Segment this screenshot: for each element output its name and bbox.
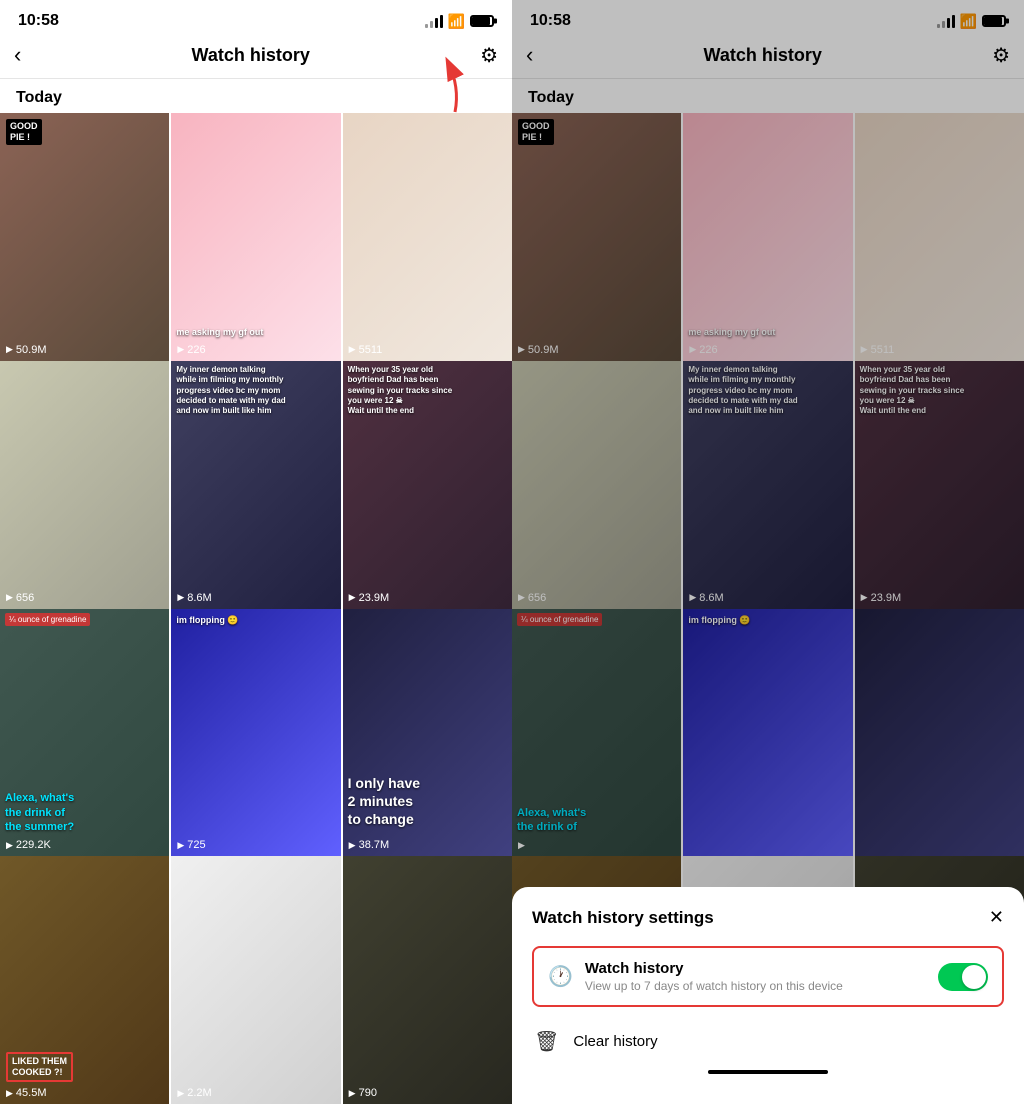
watch-history-text: Watch history View up to 7 days of watch…: [585, 960, 926, 993]
modal-title: Watch history settings: [532, 908, 714, 928]
battery-icon-right: [982, 15, 1006, 27]
video-overlay-8: im flopping 🙂: [176, 615, 335, 627]
right-phone-panel: 10:58 📶 ‹ Watch history ⚙ Today GOODPIE …: [512, 0, 1024, 1104]
video-grid-left: GOODPIE ! ▶50.9M me asking my gf out ▶22…: [0, 113, 512, 1104]
video-row-4: LIKED THEMCOOKED ?! ▶45.5M ▶2.2M ▶790: [0, 856, 512, 1104]
battery-icon-left: [470, 15, 494, 27]
video-count-11: ▶2.2M: [177, 1087, 211, 1099]
video-cell-6[interactable]: When your 35 year oldboyfriend Dad has b…: [343, 361, 512, 609]
video-count-10: ▶45.5M: [6, 1087, 47, 1099]
video-cell-7[interactable]: ¼ ounce of grenadine Alexa, what'sthe dr…: [0, 609, 169, 857]
modal-header: Watch history settings ✕: [532, 907, 1004, 928]
section-header-left: Today: [0, 79, 512, 113]
clear-history-label: Clear history: [573, 1033, 657, 1050]
page-title-right: Watch history: [704, 45, 822, 66]
video-label-10: LIKED THEMCOOKED ?!: [6, 1052, 73, 1082]
video-count-6: ▶23.9M: [349, 592, 390, 604]
status-bar-right: 10:58 📶: [512, 0, 1024, 38]
signal-icon-right: [937, 14, 955, 28]
video-overlay-5: My inner demon talkingwhile im filming m…: [176, 365, 335, 417]
video-cell-r5: My inner demon talkingwhile im filming m…: [683, 361, 852, 609]
settings-button-left[interactable]: ⚙: [480, 43, 498, 68]
video-cell-r6: When your 35 year oldboyfriend Dad has b…: [855, 361, 1024, 609]
left-phone-panel: 10:58 📶 ‹ Watch history ⚙: [0, 0, 512, 1104]
video-row-1: GOODPIE ! ▶50.9M me asking my gf out ▶22…: [0, 113, 512, 361]
status-icons-right: 📶: [937, 13, 1006, 30]
status-bar-left: 10:58 📶: [0, 0, 512, 38]
nav-bar-left: ‹ Watch history ⚙: [0, 38, 512, 79]
video-count-3: ▶5511: [349, 344, 383, 356]
video-count-7: ▶229.2K: [6, 839, 51, 851]
video-cell-3[interactable]: ▶5511: [343, 113, 512, 361]
signal-icon-left: [425, 14, 443, 28]
video-cell-12[interactable]: ▶790: [343, 856, 512, 1104]
video-label-1: GOODPIE !: [6, 119, 42, 145]
video-label-7: ¼ ounce of grenadine: [5, 613, 90, 626]
toggle-knob: [962, 965, 986, 989]
video-count-8: ▶725: [177, 839, 205, 851]
page-title-left: Watch history: [192, 45, 310, 66]
video-cell-1[interactable]: GOODPIE ! ▶50.9M: [0, 113, 169, 361]
video-row-2: ▶656 My inner demon talkingwhile im film…: [0, 361, 512, 609]
video-overlay-2: me asking my gf out: [176, 327, 335, 339]
video-cell-4[interactable]: ▶656: [0, 361, 169, 609]
video-cell-r7: ¼ ounce of grenadine Alexa, what'sthe dr…: [512, 609, 681, 857]
section-header-right: Today: [512, 79, 1024, 113]
video-cell-2[interactable]: me asking my gf out ▶226: [171, 113, 340, 361]
clear-history-row[interactable]: 🗑 Clear history: [532, 1025, 1004, 1058]
video-cell-10[interactable]: LIKED THEMCOOKED ?! ▶45.5M: [0, 856, 169, 1104]
video-count-12: ▶790: [349, 1087, 377, 1099]
video-cell-r4: ▶656: [512, 361, 681, 609]
video-count-4: ▶656: [6, 592, 34, 604]
watch-history-settings-modal: Watch history settings ✕ 🕐 Watch history…: [512, 887, 1024, 1104]
video-count-1: ▶50.9M: [6, 344, 47, 356]
video-cell-r1: GOODPIE ! ▶50.9M: [512, 113, 681, 361]
video-overlay-9: I only have2 minutesto change: [348, 774, 507, 829]
watch-history-setting-row: 🕐 Watch history View up to 7 days of wat…: [532, 946, 1004, 1007]
status-icons-left: 📶: [425, 13, 494, 30]
watch-history-icon: 🕐: [548, 964, 573, 989]
video-cell-r2: me asking my gf out ▶226: [683, 113, 852, 361]
watch-history-toggle[interactable]: [938, 963, 988, 991]
video-row-r2: ▶656 My inner demon talkingwhile im film…: [512, 361, 1024, 609]
home-indicator: [708, 1070, 828, 1074]
status-time-left: 10:58: [18, 12, 59, 30]
back-button-left[interactable]: ‹: [14, 42, 21, 68]
video-row-r3: ¼ ounce of grenadine Alexa, what'sthe dr…: [512, 609, 1024, 857]
video-overlay-7: Alexa, what'sthe drink ofthe summer?: [5, 791, 164, 834]
status-time-right: 10:58: [530, 12, 571, 30]
video-count-9: ▶38.7M: [349, 839, 390, 851]
nav-bar-right: ‹ Watch history ⚙: [512, 38, 1024, 79]
video-cell-11[interactable]: ▶2.2M: [171, 856, 340, 1104]
video-row-r1: GOODPIE ! ▶50.9M me asking my gf out ▶22…: [512, 113, 1024, 361]
trash-icon: 🗑: [534, 1029, 559, 1054]
video-cell-9[interactable]: I only have2 minutesto change ▶38.7M: [343, 609, 512, 857]
video-overlay-6: When your 35 year oldboyfriend Dad has b…: [348, 365, 507, 417]
wifi-icon-right: 📶: [960, 13, 977, 30]
modal-close-button[interactable]: ✕: [989, 907, 1004, 928]
back-button-right[interactable]: ‹: [526, 42, 533, 68]
wifi-icon-left: 📶: [448, 13, 465, 30]
watch-history-description: View up to 7 days of watch history on th…: [585, 979, 926, 993]
video-cell-8[interactable]: im flopping 🙂 ▶725: [171, 609, 340, 857]
video-count-5: ▶8.6M: [177, 592, 211, 604]
settings-button-right[interactable]: ⚙: [992, 43, 1010, 68]
video-cell-r9: [855, 609, 1024, 857]
video-cell-r3: ▶5511: [855, 113, 1024, 361]
video-row-3: ¼ ounce of grenadine Alexa, what'sthe dr…: [0, 609, 512, 857]
video-cell-r8: im flopping 🙂: [683, 609, 852, 857]
video-cell-5[interactable]: My inner demon talkingwhile im filming m…: [171, 361, 340, 609]
watch-history-label: Watch history: [585, 960, 926, 977]
video-count-2: ▶226: [177, 344, 205, 356]
